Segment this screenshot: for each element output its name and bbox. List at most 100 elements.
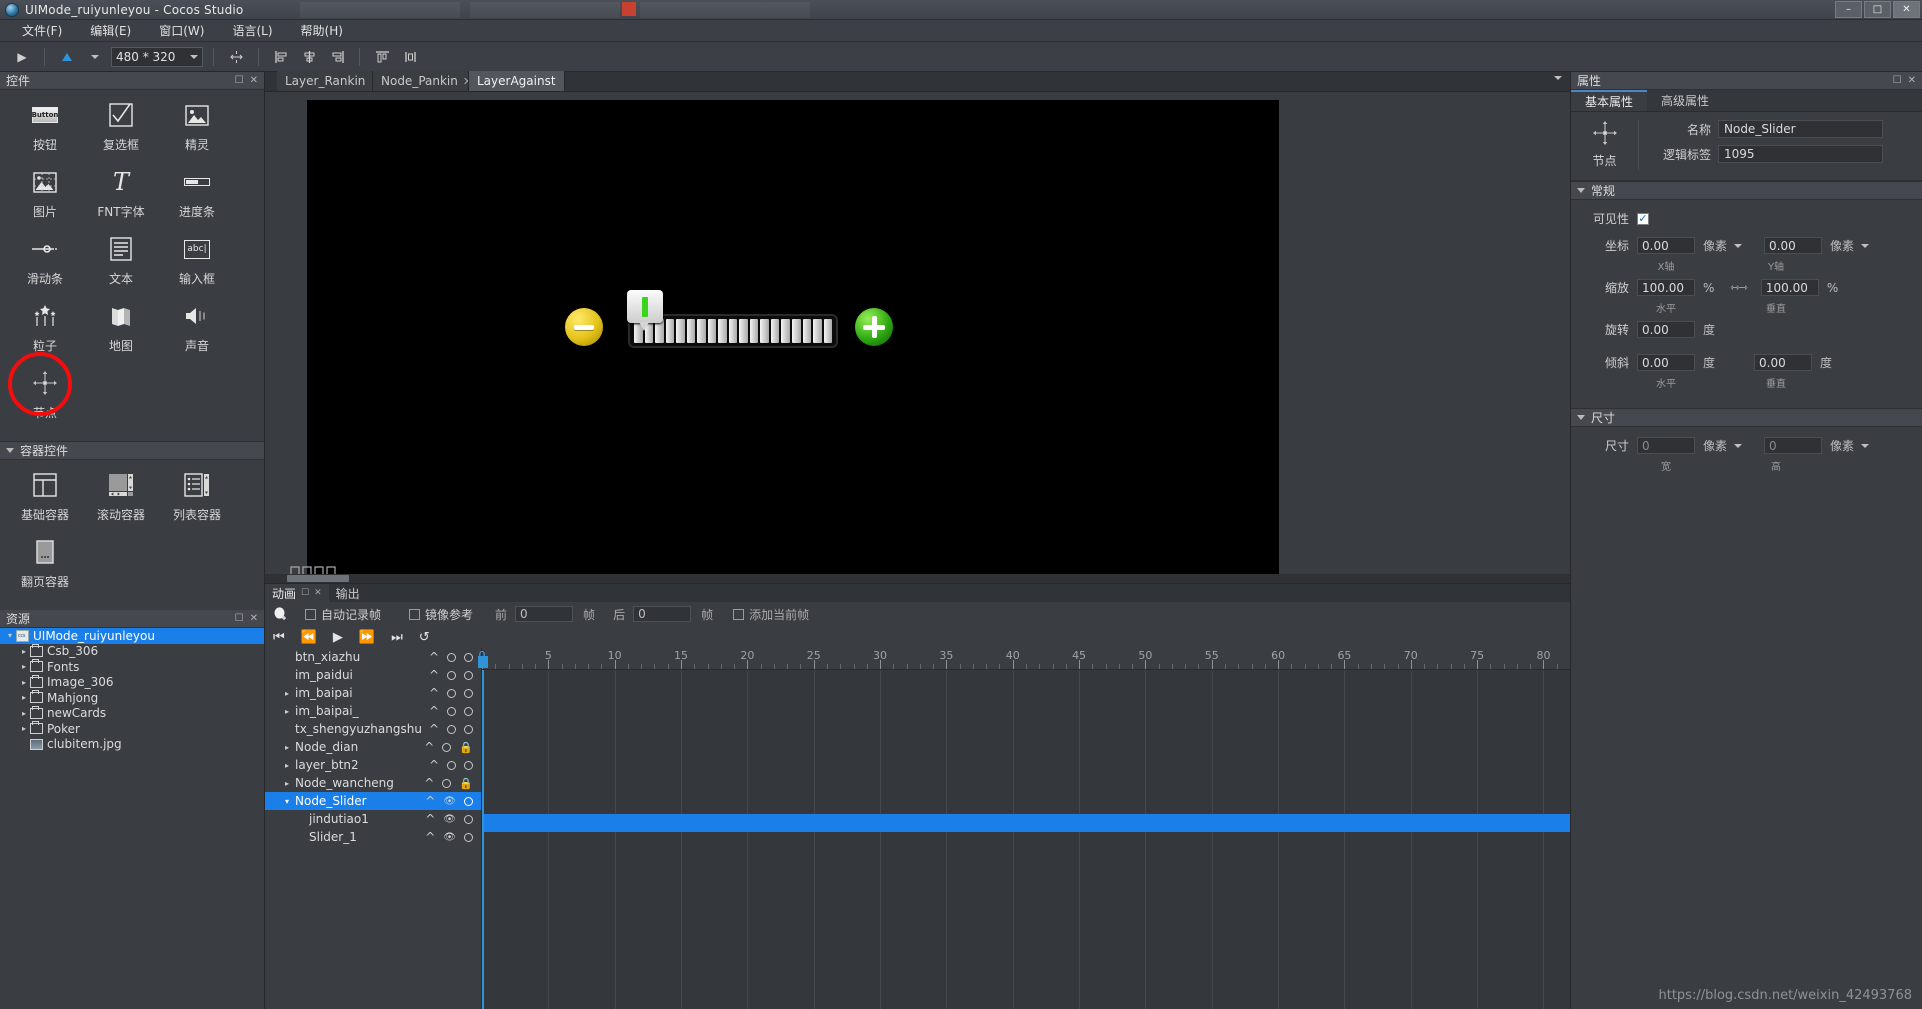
tag-input[interactable]: 1095 [1718, 145, 1883, 163]
loop-button[interactable]: ↺ [419, 630, 430, 645]
size-height-unit-chevron-icon[interactable] [1861, 443, 1870, 448]
eye-toggle-icon[interactable] [447, 688, 456, 698]
timeline-layer-jindutiao1[interactable]: jindutiao1 ^ 👁 [265, 810, 481, 828]
animation-panel-float-icon[interactable]: ☐ [301, 588, 309, 598]
add-current-frame-checkbox[interactable] [733, 608, 745, 620]
skew-y-input[interactable]: 0.00 [1754, 354, 1813, 371]
collapse-icon[interactable]: ^ [429, 686, 439, 700]
record-keyframe-icon[interactable] [271, 607, 291, 621]
container-pageview[interactable]: 翻页容器 [14, 537, 76, 590]
menu-language[interactable]: 语言(L) [218, 20, 286, 41]
skew-x-input[interactable]: 0.00 [1637, 354, 1695, 371]
menu-file[interactable]: 文件(F) [8, 20, 76, 41]
widget-slider[interactable]: 滑动条 [14, 234, 76, 287]
widget-button[interactable]: Button 按钮 [14, 100, 76, 153]
collapse-icon[interactable]: ^ [429, 650, 439, 664]
publish-arrow-icon[interactable] [55, 46, 79, 68]
widget-tilemap[interactable]: 地图 [90, 301, 152, 354]
expander-icon[interactable]: ▸ [265, 761, 295, 770]
lock-toggle-icon[interactable] [464, 688, 473, 698]
canvas-viewport[interactable] [265, 92, 1570, 583]
widgets-panel-close-icon[interactable]: ✕ [250, 75, 258, 86]
collapse-icon[interactable]: ^ [424, 776, 434, 790]
expander-icon[interactable]: ▾ [4, 631, 16, 640]
after-frames-input[interactable]: 0 [633, 606, 692, 622]
widget-audio[interactable]: 声音 [166, 301, 228, 354]
resource-root[interactable]: ▾ UIMode_ruiyunleyou [0, 628, 264, 644]
expander-icon[interactable]: ▸ [18, 678, 30, 687]
tab-node-panking[interactable]: Node_Pankin ✕ [373, 71, 469, 91]
eye-icon[interactable]: 👁 [443, 814, 456, 825]
timeline-layer-tx-shengyuzhangshu[interactable]: tx_shengyuzhangshu ^ [265, 720, 481, 738]
tab-animation[interactable]: 动画 ☐ ✕ [265, 584, 329, 602]
tab-overflow-chevron-icon[interactable] [1554, 76, 1562, 80]
timeline-layer-im-baipai[interactable]: ▸ im_baipai ^ [265, 684, 481, 702]
visible-checkbox[interactable]: ✓ [1637, 212, 1649, 225]
eye-toggle-icon[interactable] [442, 742, 452, 752]
expander-icon[interactable]: ▸ [18, 647, 30, 656]
widget-fnt-font[interactable]: T FNT字体 [90, 167, 152, 220]
plus-button[interactable] [855, 308, 893, 346]
scale-y-input[interactable]: 100.00 [1760, 279, 1819, 296]
lock-toggle-icon[interactable] [464, 724, 473, 734]
collapse-icon[interactable]: ^ [429, 722, 439, 736]
collapse-icon[interactable]: ^ [429, 668, 439, 682]
collapse-icon[interactable]: ^ [425, 812, 435, 826]
expander-icon[interactable]: ▸ [18, 693, 30, 702]
timeline-tracks[interactable]: 05101520253035404550556065707580 [478, 648, 1570, 1009]
publish-dropdown-icon[interactable] [83, 46, 107, 68]
properties-panel-close-icon[interactable]: ✕ [1908, 75, 1916, 86]
widget-text[interactable]: 文本 [90, 234, 152, 287]
position-y-unit-chevron-icon[interactable] [1861, 243, 1870, 248]
expander-icon[interactable]: ▸ [265, 689, 295, 698]
timeline-layer-slider-1[interactable]: Slider_1 ^ 👁 [265, 828, 481, 846]
collapse-icon[interactable]: ^ [424, 740, 434, 754]
expander-icon[interactable]: ▸ [265, 779, 295, 788]
timeline-row-selected-band[interactable] [482, 814, 1570, 832]
lock-toggle-icon[interactable] [464, 832, 473, 842]
timeline-layer-layer-btn2[interactable]: ▸ layer_btn2 ^ [265, 756, 481, 774]
widget-checkbox[interactable]: 复选框 [90, 100, 152, 153]
menu-edit[interactable]: 编辑(E) [76, 20, 145, 41]
resources-panel-float-icon[interactable]: ☐ [235, 613, 244, 624]
resources-panel-close-icon[interactable]: ✕ [250, 613, 258, 624]
eye-icon[interactable]: 👁 [443, 832, 456, 843]
add-current-frame-checkbox-group[interactable]: 添加当前帧 [733, 606, 809, 623]
containers-section-header[interactable]: 容器控件 [0, 441, 264, 460]
step-back-button[interactable]: ⏪ [301, 630, 317, 645]
tab-layer-ranking[interactable]: Layer_Rankin ✕ [277, 71, 373, 91]
go-to-end-button[interactable]: ⏭ [391, 630, 403, 645]
widget-progressbar[interactable]: 进度条 [166, 167, 228, 220]
timeline-rows[interactable] [482, 670, 1570, 1009]
widget-image[interactable]: 图片 [14, 167, 76, 220]
position-x-input[interactable]: 0.00 [1637, 237, 1695, 254]
expander-icon[interactable]: ▸ [18, 662, 30, 671]
eye-toggle-icon[interactable] [447, 706, 456, 716]
minus-button[interactable] [565, 308, 603, 346]
expander-icon[interactable]: ▸ [18, 724, 30, 733]
lock-icon[interactable]: 🔒 [459, 741, 473, 754]
preview-play-button[interactable]: ▶ [10, 46, 34, 68]
mirror-reference-checkbox-group[interactable]: 镜像参考 [409, 606, 473, 623]
container-panel[interactable]: 基础容器 [14, 470, 76, 523]
properties-panel-float-icon[interactable]: ☐ [1893, 75, 1902, 86]
timeline-layer-im-baipai-2[interactable]: ▸ im_baipai_ ^ [265, 702, 481, 720]
lock-icon[interactable]: 🔒 [459, 777, 473, 790]
lock-toggle-icon[interactable] [464, 796, 473, 806]
lock-toggle-icon[interactable] [464, 814, 473, 824]
container-scrollview[interactable]: 滚动容器 [90, 470, 152, 523]
lock-toggle-icon[interactable] [464, 706, 473, 716]
lock-toggle-icon[interactable] [464, 760, 473, 770]
timeline-ruler[interactable]: 05101520253035404550556065707580 [478, 648, 1570, 670]
lock-toggle-icon[interactable] [464, 670, 473, 680]
eye-toggle-icon[interactable] [447, 724, 456, 734]
eye-toggle-icon[interactable] [447, 670, 456, 680]
resource-folder-mahjong[interactable]: ▸ Mahjong [0, 690, 264, 706]
step-forward-button[interactable]: ⏩ [359, 630, 375, 645]
resource-folder-poker[interactable]: ▸ Poker [0, 721, 264, 737]
widget-particle[interactable]: 粒子 [14, 301, 76, 354]
timeline-layer-node-dian[interactable]: ▸ Node_dian ^ 🔒 [265, 738, 481, 756]
size-width-input[interactable]: 0 [1637, 437, 1695, 454]
eye-toggle-icon[interactable] [442, 778, 452, 788]
rotation-input[interactable]: 0.00 [1637, 321, 1695, 338]
